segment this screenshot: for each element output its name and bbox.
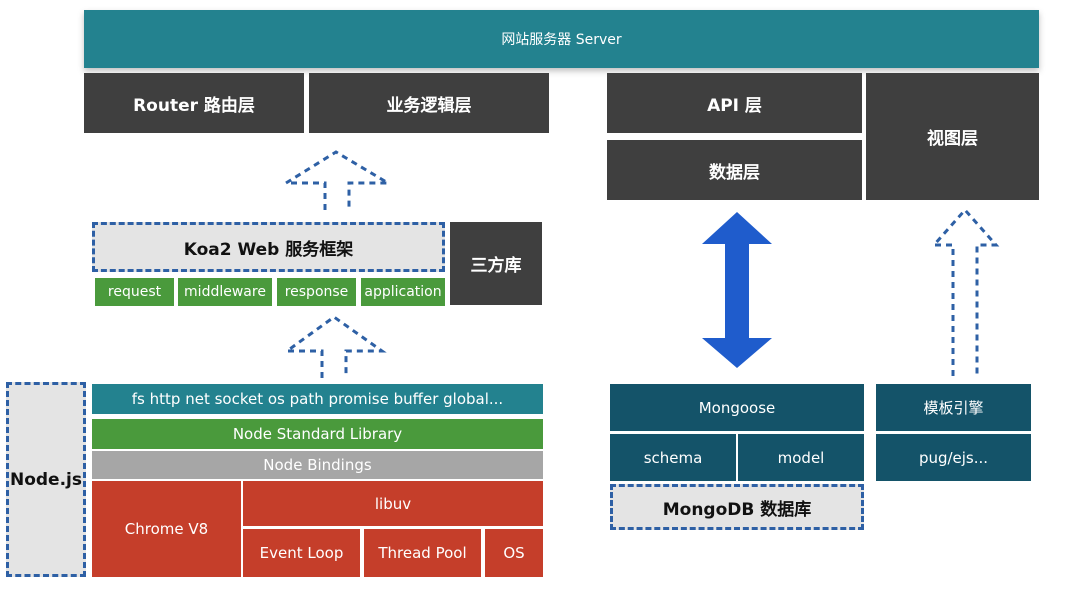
arrows-layer <box>280 150 1000 378</box>
double-arrow-icon <box>702 212 772 368</box>
dashed-up-arrow-icon <box>282 315 387 378</box>
dashed-up-arrow-icon <box>930 207 1000 376</box>
dashed-up-arrow-icon <box>280 150 394 210</box>
